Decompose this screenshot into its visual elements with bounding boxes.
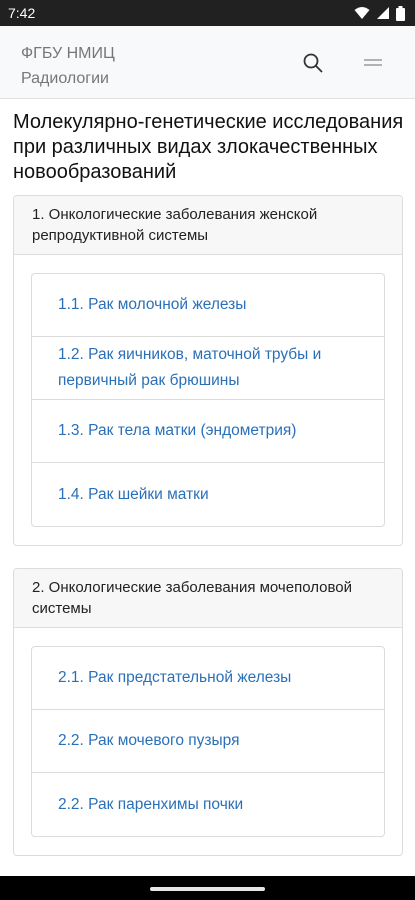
status-time: 7:42 <box>8 5 36 21</box>
list-item-ovarian-cancer[interactable]: 1.2. Рак яичников, маточной трубы и перв… <box>32 337 384 400</box>
brand-line-1: ФГБУ НМИЦ <box>21 45 115 62</box>
list-item-cervical-cancer[interactable]: 1.4. Рак шейки матки <box>32 463 384 526</box>
status-bar: 7:42 <box>0 0 415 26</box>
list-item-prostate-cancer[interactable]: 2.1. Рак предстательной железы <box>32 647 384 710</box>
status-icons <box>354 5 405 21</box>
section-list: 1.1. Рак молочной железы 1.2. Рак яичник… <box>31 273 385 527</box>
section-card-female: 1. Онкологические заболевания женской ре… <box>13 195 403 546</box>
battery-icon <box>396 5 405 21</box>
menu-icon <box>364 59 382 66</box>
brand-logo[interactable]: ФГБУ НМИЦ Радиологии <box>21 41 115 91</box>
list-item-bladder-cancer[interactable]: 2.2. Рак мочевого пузыря <box>32 710 384 773</box>
section-header: 2. Онкологические заболевания мочеполово… <box>14 569 402 628</box>
signal-icon <box>377 7 389 19</box>
list-item-breast-cancer[interactable]: 1.1. Рак молочной железы <box>32 274 384 337</box>
section-list: 2.1. Рак предстательной железы 2.2. Рак … <box>31 646 385 837</box>
system-nav-bar <box>0 876 415 900</box>
app-header: ФГБУ НМИЦ Радиологии <box>0 26 415 99</box>
menu-button[interactable] <box>362 52 384 74</box>
section-header: 1. Онкологические заболевания женской ре… <box>14 196 402 255</box>
wifi-icon <box>354 7 370 19</box>
main-content[interactable]: Молекулярно-генетические исследования пр… <box>0 98 415 876</box>
brand-line-2: Радиологии <box>21 70 109 87</box>
search-icon <box>303 53 323 73</box>
list-item-kidney-cancer[interactable]: 2.2. Рак паренхимы почки <box>32 773 384 836</box>
section-card-urogenital: 2. Онкологические заболевания мочеполово… <box>13 568 403 856</box>
home-gesture-handle[interactable] <box>150 887 265 891</box>
search-button[interactable] <box>302 52 324 74</box>
page-title: Молекулярно-генетические исследования пр… <box>13 111 404 183</box>
list-item-endometrial-cancer[interactable]: 1.3. Рак тела матки (эндометрия) <box>32 400 384 463</box>
